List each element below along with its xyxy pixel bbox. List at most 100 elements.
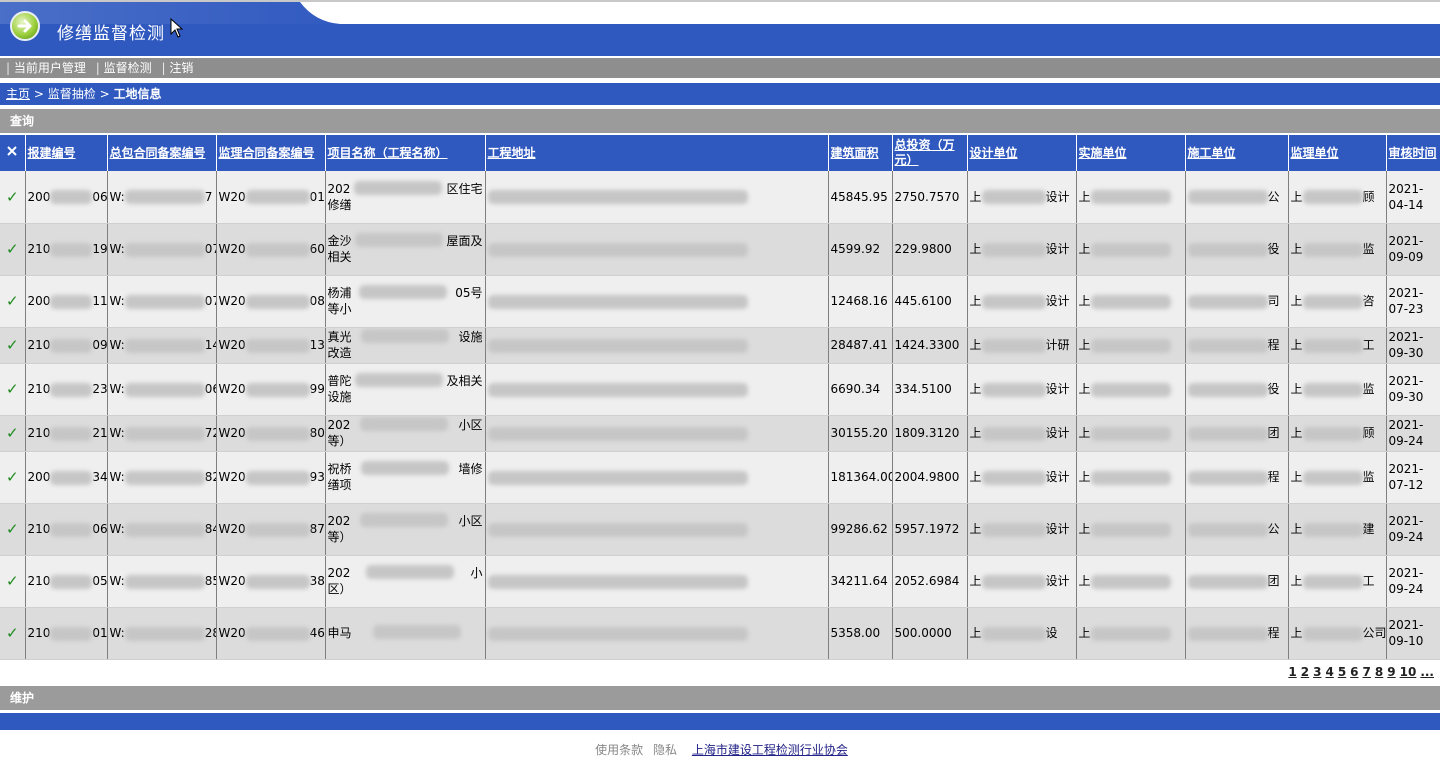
col-header-sort[interactable]: 监理合同备案编号 (216, 135, 326, 171)
redacted-text (1090, 242, 1171, 257)
col-header-sort[interactable]: 审核时间 (1386, 135, 1440, 171)
cell-contract-no: W: 07 (107, 275, 217, 328)
redacted-text (487, 522, 748, 537)
redacted-text (981, 242, 1046, 257)
page-link[interactable]: 5 (1338, 665, 1346, 679)
cell-text: 上 (1078, 426, 1091, 440)
cell-text: W: (109, 338, 125, 352)
cell-report-no: 210 019 (25, 607, 108, 660)
redacted-text (1090, 190, 1171, 205)
check-icon[interactable]: ✓ (0, 451, 26, 504)
col-header-sort[interactable]: 施工单位 (1185, 135, 1289, 171)
col-header-sort[interactable]: 设计单位 (967, 135, 1077, 171)
redacted-text (50, 382, 93, 397)
cell-audit-date: 2021-04-14 (1386, 171, 1440, 224)
redacted-text (124, 522, 205, 537)
redacted-text (359, 285, 448, 299)
cell-project-name: 普陀 及相关 设施 (325, 363, 486, 416)
table-row[interactable]: ✓20034W:82W2093祝桥墙修缮项181364.002004.9800上… (0, 451, 1440, 504)
table-row[interactable]: ✓20011W:07W2008杨浦05号等小12468.16445.6100上设… (0, 275, 1440, 328)
cell-text: 14 (204, 338, 215, 352)
table-row[interactable]: ✓21009W:14W2013真光设施改造28487.411424.3300上计… (0, 327, 1440, 364)
page-link[interactable]: 4 (1325, 665, 1333, 679)
check-icon[interactable]: ✓ (0, 503, 26, 556)
table-row[interactable]: ✓21005W:85W2038202小区）34211.642052.6984上设… (0, 555, 1440, 608)
col-header-sort[interactable]: 总投资（万元） (892, 135, 968, 171)
mouse-pointer-icon (170, 18, 184, 38)
cell-text: 34 (92, 470, 107, 484)
menu-user-management[interactable]: | 当前用户管理 (6, 58, 86, 78)
menu-inspection[interactable]: | 监督检测 (96, 58, 152, 78)
col-header-sort[interactable]: 总包合同备案编号 (107, 135, 217, 171)
check-icon[interactable]: ✓ (0, 223, 26, 276)
check-icon[interactable]: ✓ (0, 327, 26, 364)
footer-terms-link[interactable]: 使用条款 (595, 743, 643, 757)
check-icon[interactable]: ✓ (0, 275, 26, 328)
cell-text: 01 (309, 189, 325, 204)
table-row[interactable]: ✓21006W:84W2087202小区等）99286.625957.1972上… (0, 503, 1440, 556)
page-link[interactable]: 7 (1363, 665, 1371, 679)
check-icon[interactable]: ✓ (0, 171, 26, 224)
redacted-text (50, 338, 93, 353)
cell-text: 210 (27, 382, 51, 396)
redacted-text (245, 574, 310, 589)
cell-construction-unit: 团 (1185, 415, 1289, 452)
cell-text: 上 (969, 338, 982, 352)
cell-text: 210 (27, 626, 51, 640)
cell-text: 计研 (1045, 338, 1070, 352)
check-icon[interactable]: ✓ (0, 415, 26, 452)
cell-text: 200 (27, 470, 51, 484)
col-header-sort[interactable]: 实施单位 (1076, 135, 1186, 171)
page-link[interactable]: 3 (1313, 665, 1321, 679)
cell-project-name: 申马 (325, 607, 486, 660)
check-icon[interactable]: ✓ (0, 555, 26, 608)
check-icon[interactable]: ✓ (0, 363, 26, 416)
redacted-text (1187, 522, 1268, 537)
table-row[interactable]: ✓ 200 06 W: 7 W20 01 202 区住宅 修缮 45845.95 2750.7570 上… (0, 171, 1440, 224)
cell-investment: 2750.7570 (892, 171, 968, 224)
query-section-header[interactable]: 查询 (0, 109, 1440, 133)
col-header-sort[interactable]: 工程地址 (485, 135, 829, 171)
cell-text: 202 (327, 514, 351, 528)
check-icon[interactable]: ✓ (0, 607, 26, 660)
cell-construction-unit: 役 (1185, 223, 1289, 276)
cell-construction-unit: 程 (1185, 607, 1289, 660)
cell-construction-unit: 公 (1185, 171, 1289, 224)
page-link[interactable]: 1 (1288, 665, 1296, 679)
footer-privacy-link[interactable]: 隐私 (653, 743, 677, 757)
table-row[interactable]: ✓21021W:72W2080202小区等）30155.201809.3120上… (0, 415, 1440, 452)
select-all-close-icon[interactable] (0, 135, 26, 171)
cell-text: 23 (92, 382, 107, 396)
footer-org-link[interactable]: 上海市建设工程检测行业协会 (692, 743, 848, 757)
page-link[interactable]: ... (1420, 665, 1434, 679)
cell-area: 6690.34 (828, 363, 893, 416)
redacted-text (1187, 242, 1268, 257)
table-row[interactable]: ✓21019W:07W2060金沙屋面及相关4599.92229.9800上设计… (0, 223, 1440, 276)
col-header-sort[interactable]: 项目名称（工程名称） (325, 135, 486, 171)
table-row[interactable]: ✓21023W:06W2099普陀及相关设施6690.34334.5100上设计… (0, 363, 1440, 416)
table-row[interactable]: ✓210019W:28W2046申马5358.00500.0000上设上程上公司… (0, 607, 1440, 660)
cell-text: 顾 (1362, 426, 1375, 440)
col-header-sort[interactable]: 监理单位 (1288, 135, 1387, 171)
redacted-text (245, 338, 310, 353)
cell-text: 06 (92, 189, 107, 204)
col-header-sort[interactable]: 报建编号 (25, 135, 108, 171)
col-header-sort[interactable]: 建筑面积 (828, 135, 893, 171)
page-link[interactable]: 10 (1400, 665, 1417, 679)
breadcrumb-home-link[interactable]: 主页 (6, 87, 30, 101)
menu-logout[interactable]: | 注销 (161, 58, 193, 78)
cell-text: 11 (92, 294, 107, 308)
cell-report-no: 200 11 (25, 275, 108, 328)
page-link[interactable]: 9 (1387, 665, 1395, 679)
menu-label: 监督检测 (103, 61, 152, 75)
cell-supervision-unit: 上建 (1288, 503, 1387, 556)
page-link[interactable]: 2 (1301, 665, 1309, 679)
cell-text: 上 (969, 382, 982, 396)
page-link[interactable]: 8 (1375, 665, 1383, 679)
cell-text: 202 (327, 418, 351, 432)
redacted-text (245, 522, 310, 537)
cell-investment: 1424.3300 (892, 327, 968, 364)
page-link[interactable]: 6 (1350, 665, 1358, 679)
maintain-section-header[interactable]: 维护 (0, 686, 1440, 710)
cell-text: 上 (1078, 522, 1091, 536)
